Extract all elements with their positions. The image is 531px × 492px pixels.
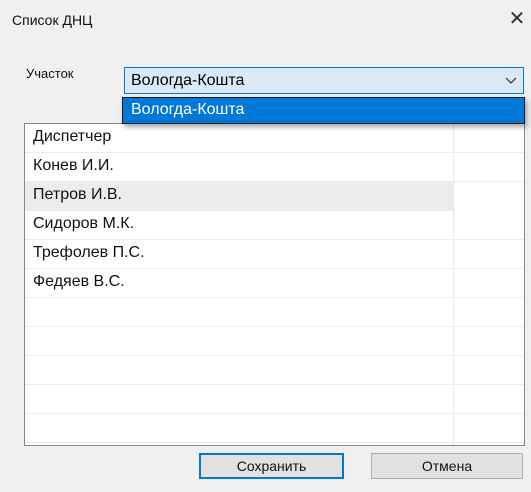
list-item-label: Петров И.В. [33, 186, 122, 203]
section-label: Участок [26, 66, 74, 81]
list-row-empty [25, 356, 524, 385]
list-item[interactable]: Трефолев П.С. [25, 240, 524, 269]
combobox-value: Вологда-Кошта [131, 72, 245, 89]
list-item[interactable]: Федяев В.С. [25, 269, 524, 298]
section-combobox[interactable]: Вологда-Кошта [124, 67, 524, 94]
list-item[interactable]: Сидоров М.К. [25, 211, 524, 240]
list-item[interactable]: Диспетчер [25, 124, 524, 153]
save-button[interactable]: Сохранить [199, 453, 344, 479]
list-row-empty [25, 327, 524, 356]
list-row-empty [25, 414, 524, 443]
combobox-dropdown: Вологда-Кошта [122, 97, 525, 124]
list-row-empty [25, 298, 524, 327]
list-item-label: Трефолев П.С. [33, 244, 145, 261]
close-icon[interactable]: ✕ [505, 6, 529, 30]
list-item-label: Конев И.И. [33, 157, 114, 174]
list-item[interactable]: Конев И.И. [25, 153, 524, 182]
cancel-button[interactable]: Отмена [371, 453, 523, 479]
window-title: Список ДНЦ [12, 12, 93, 28]
list-item-selected[interactable]: Петров И.В. [25, 182, 453, 211]
dropdown-option[interactable]: Вологда-Кошта [123, 98, 524, 123]
dispatcher-list[interactable]: Диспетчер Конев И.И. Петров И.В. Сидоров… [24, 123, 525, 446]
chevron-down-icon[interactable] [505, 68, 517, 93]
list-item-label: Федяев В.С. [33, 273, 125, 290]
list-item-label: Диспетчер [33, 128, 112, 145]
list-row-empty [25, 385, 524, 414]
list-item-label: Сидоров М.К. [33, 215, 135, 232]
